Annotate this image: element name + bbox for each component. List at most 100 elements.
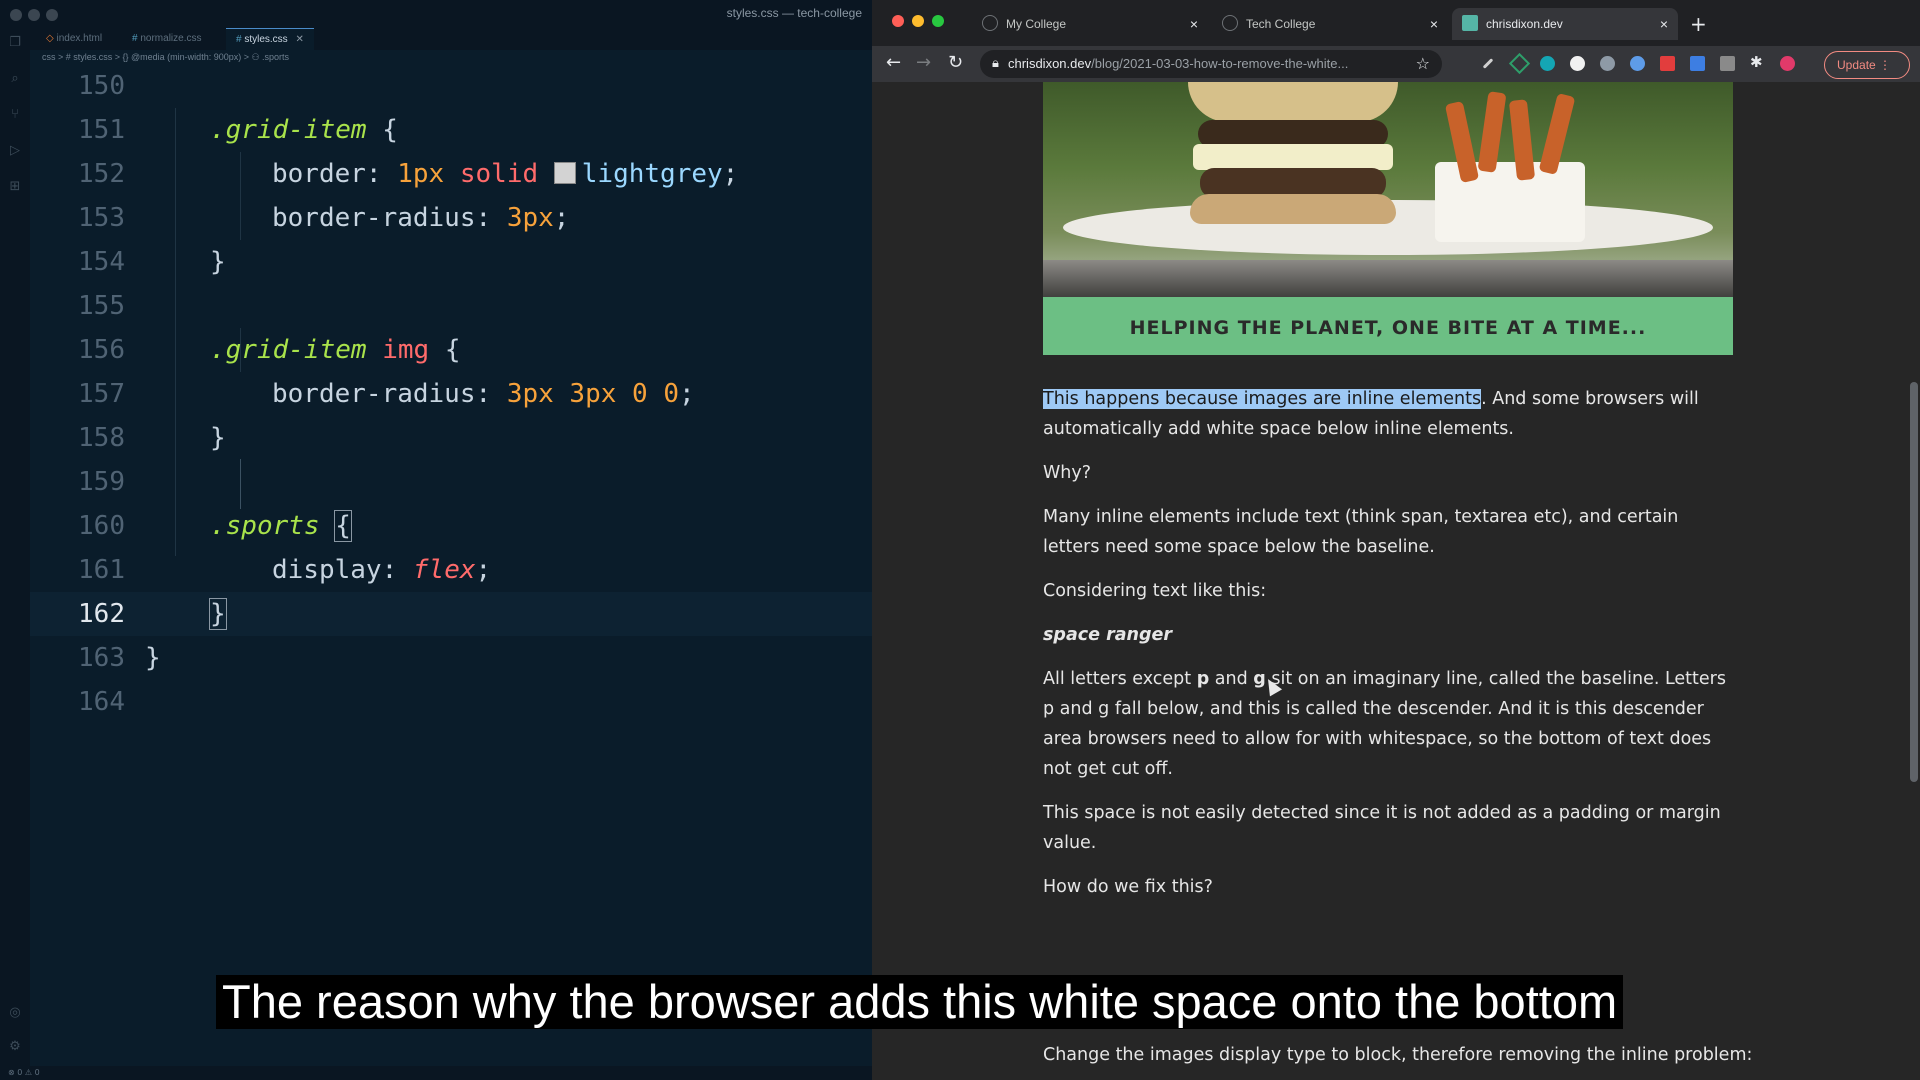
tab-normalize-css[interactable]: # normalize.css (122, 28, 211, 50)
close-window-button[interactable] (892, 15, 904, 27)
line-number: 157 (78, 379, 125, 409)
css-property: border-radius: (272, 379, 507, 409)
css-tag-selector: img (366, 335, 430, 365)
semicolon: ; (679, 379, 695, 409)
css-selector: .sports (210, 511, 320, 541)
status-bar[interactable]: ⊗ 0 ⚠ 0 (0, 1066, 880, 1080)
extensions-icon[interactable]: ⊞ (8, 180, 22, 194)
selected-text[interactable]: This happens because images are inline e… (1043, 389, 1482, 409)
run-debug-icon[interactable]: ▷ (8, 144, 22, 158)
line-number: 155 (78, 291, 125, 321)
red-extension-icon[interactable] (1660, 56, 1675, 71)
line-number: 158 (78, 423, 125, 453)
page-viewport[interactable]: HELPING THE PLANET, ONE BITE AT A TIME..… (872, 82, 1920, 1080)
forward-arrow-icon[interactable]: → (916, 52, 931, 73)
css-keyword: solid (444, 159, 554, 189)
code-line: 156 .grid-item img { (30, 328, 872, 372)
puzzle-extensions-icon[interactable]: ✱ (1750, 53, 1765, 71)
bookmark-star-icon[interactable]: ☆ (1416, 54, 1430, 73)
settings-gear-icon[interactable]: ⚙ (8, 1040, 22, 1054)
globe-icon (1222, 15, 1238, 31)
circle-extension-icon[interactable] (1570, 56, 1585, 71)
tab-label: normalize.css (140, 33, 202, 44)
more-vert-icon: ⋮ (1879, 58, 1892, 72)
css-selector: .grid-item (210, 335, 367, 365)
burger-photo (1043, 82, 1733, 297)
tab-label: chrisdixon.dev (1486, 17, 1563, 31)
color-swatch[interactable] (553, 162, 576, 184)
code-line: 155 (30, 284, 872, 328)
profile-avatar[interactable] (1780, 56, 1795, 71)
zoom-window-button[interactable] (46, 9, 58, 21)
tab-label: My College (1006, 17, 1067, 31)
new-tab-button[interactable]: + (1690, 12, 1707, 36)
code-line: 161 display: flex; (30, 548, 872, 592)
minimize-window-button[interactable] (912, 15, 924, 27)
update-button[interactable]: Update ⋮ (1824, 51, 1910, 79)
brace: { (334, 510, 352, 542)
code-line: 157 border-radius: 3px 3px 0 0; (30, 372, 872, 416)
minimize-window-button[interactable] (28, 9, 40, 21)
line-number: 154 (78, 247, 125, 277)
article-paragraph: Change the images display type to block,… (1043, 1045, 1753, 1065)
browser-tab-strip: My College × Tech College × chrisdixon.d… (872, 0, 1920, 46)
browser-toolbar: ← → ↻ 🔒︎ chrisdixon.dev/blog/2021-03-03-… (872, 46, 1920, 82)
css-property: border-radius: (272, 203, 507, 233)
search-icon[interactable]: ⌕ (8, 72, 22, 86)
tab-my-college[interactable]: My College × (972, 8, 1208, 40)
shield-extension-icon[interactable] (1630, 56, 1645, 71)
grey-extension-icon[interactable] (1720, 56, 1735, 71)
semicolon: ; (722, 159, 739, 189)
tab-styles-css[interactable]: # styles.css ✕ (226, 28, 314, 51)
close-tab-icon[interactable]: × (1430, 8, 1438, 40)
line-number: 153 (78, 203, 125, 233)
tab-label: index.html (56, 33, 103, 44)
breadcrumb[interactable]: css > # styles.css > {} @media (min-widt… (42, 52, 289, 63)
line-number: 162 (78, 599, 125, 629)
tab-chrisdixon-dev[interactable]: chrisdixon.dev × (1452, 8, 1678, 40)
scrollbar[interactable] (1910, 382, 1918, 782)
line-number: 164 (78, 687, 125, 717)
back-arrow-icon[interactable]: ← (886, 52, 901, 73)
tab-label: styles.css (244, 34, 288, 45)
line-number: 150 (78, 71, 125, 101)
source-control-icon[interactable]: ⑂ (8, 108, 22, 122)
editor-tab-bar: ◇ index.html # normalize.css # styles.cs… (30, 28, 872, 51)
explorer-icon[interactable]: ❐ (8, 36, 22, 50)
account-icon[interactable]: ◎ (8, 1006, 22, 1020)
css-number: 0 (647, 379, 680, 409)
tab-index-html[interactable]: ◇ index.html (36, 28, 112, 50)
close-tab-icon[interactable]: ✕ (295, 34, 303, 45)
css-property: border: (272, 159, 398, 189)
m-extension-icon[interactable] (1540, 56, 1555, 71)
tab-label: Tech College (1246, 17, 1316, 31)
image-banner: HELPING THE PLANET, ONE BITE AT A TIME..… (1043, 297, 1733, 355)
article-paragraph: This space is not easily detected since … (1043, 803, 1721, 853)
line-number: 163 (78, 643, 125, 673)
close-window-button[interactable] (10, 9, 22, 21)
reload-icon[interactable]: ↻ (948, 52, 963, 73)
pen-extension-icon[interactable] (1482, 58, 1494, 69)
address-bar[interactable]: 🔒︎ chrisdixon.dev/blog/2021-03-03-how-to… (980, 50, 1442, 78)
article-paragraph: Why? (1043, 463, 1092, 483)
zoom-window-button[interactable] (932, 15, 944, 27)
css-property: display: (272, 555, 413, 585)
blue-extension-icon[interactable] (1690, 56, 1705, 71)
css-number: 3px (506, 379, 554, 409)
editor-titlebar: styles.css — tech-college (0, 0, 872, 28)
article-heading: How do we fix this? (1043, 877, 1213, 897)
css-file-icon: # (236, 34, 242, 45)
close-tab-icon[interactable]: × (1660, 8, 1668, 40)
burger-shape (1188, 82, 1398, 227)
code-line: 160 .sports { (30, 504, 872, 548)
code-editor-window: styles.css — tech-college ❐ ⌕ ⑂ ▷ ⊞ ◎ ⚙ … (0, 0, 880, 1080)
close-tab-icon[interactable]: × (1190, 8, 1198, 40)
lock-icon[interactable]: 🔒︎ (992, 56, 999, 71)
triangle-extension-icon[interactable] (1508, 52, 1531, 75)
gear-extension-icon[interactable] (1600, 56, 1615, 71)
code-line: 152 border: 1px solid lightgrey; (30, 152, 872, 196)
activity-bar: ❐ ⌕ ⑂ ▷ ⊞ ◎ ⚙ (0, 28, 30, 1080)
url-text[interactable]: chrisdixon.dev/blog/2021-03-03-how-to-re… (1008, 56, 1348, 71)
tab-tech-college[interactable]: Tech College × (1212, 8, 1448, 40)
example-text: space ranger (1043, 625, 1173, 645)
